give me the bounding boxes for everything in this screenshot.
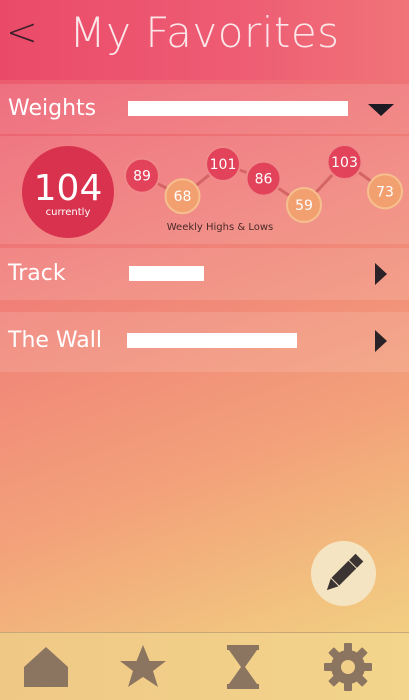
section-the-wall-bar [127, 333, 297, 348]
star-icon [120, 645, 166, 687]
pencil-icon [326, 553, 364, 591]
home-icon [24, 647, 68, 687]
page-title: My Favorites [69, 8, 340, 57]
hourglass-icon [227, 645, 259, 689]
section-weights-label: Weights [8, 96, 97, 121]
section-weights-header[interactable]: Weights [0, 84, 409, 134]
section-track-bar [129, 266, 204, 281]
nav-history-button[interactable] [213, 639, 273, 695]
chevron-right-icon[interactable] [375, 263, 387, 285]
chart-data-label: 86 [255, 172, 273, 188]
edit-button[interactable] [311, 541, 376, 606]
chevron-right-icon[interactable] [375, 330, 387, 352]
nav-settings-button[interactable] [318, 639, 378, 695]
chart-data-label: 68 [174, 189, 192, 205]
section-track[interactable]: Track [0, 248, 409, 300]
chart-data-label: 103 [331, 155, 358, 171]
gear-icon [324, 643, 372, 691]
weekly-chart: 89 68 101 86 59 103 73 [124, 144, 403, 223]
section-the-wall-label: The Wall [8, 328, 102, 353]
chart-data-label: 73 [376, 184, 394, 200]
nav-favorites-button[interactable] [113, 639, 173, 695]
nav-home-button[interactable] [16, 639, 76, 695]
weekly-chart-caption: Weekly Highs & Lows [166, 222, 274, 233]
chevron-down-icon[interactable] [368, 104, 394, 116]
section-weights-bar [128, 101, 348, 116]
section-the-wall[interactable]: The Wall [0, 312, 409, 372]
header-bar: < My Favorites [0, 0, 409, 80]
chart-data-label: 89 [133, 169, 151, 185]
section-track-label: Track [8, 261, 66, 286]
chart-data-label: 101 [210, 157, 237, 173]
chart-data-label: 59 [295, 198, 313, 214]
bottom-nav [0, 632, 409, 700]
